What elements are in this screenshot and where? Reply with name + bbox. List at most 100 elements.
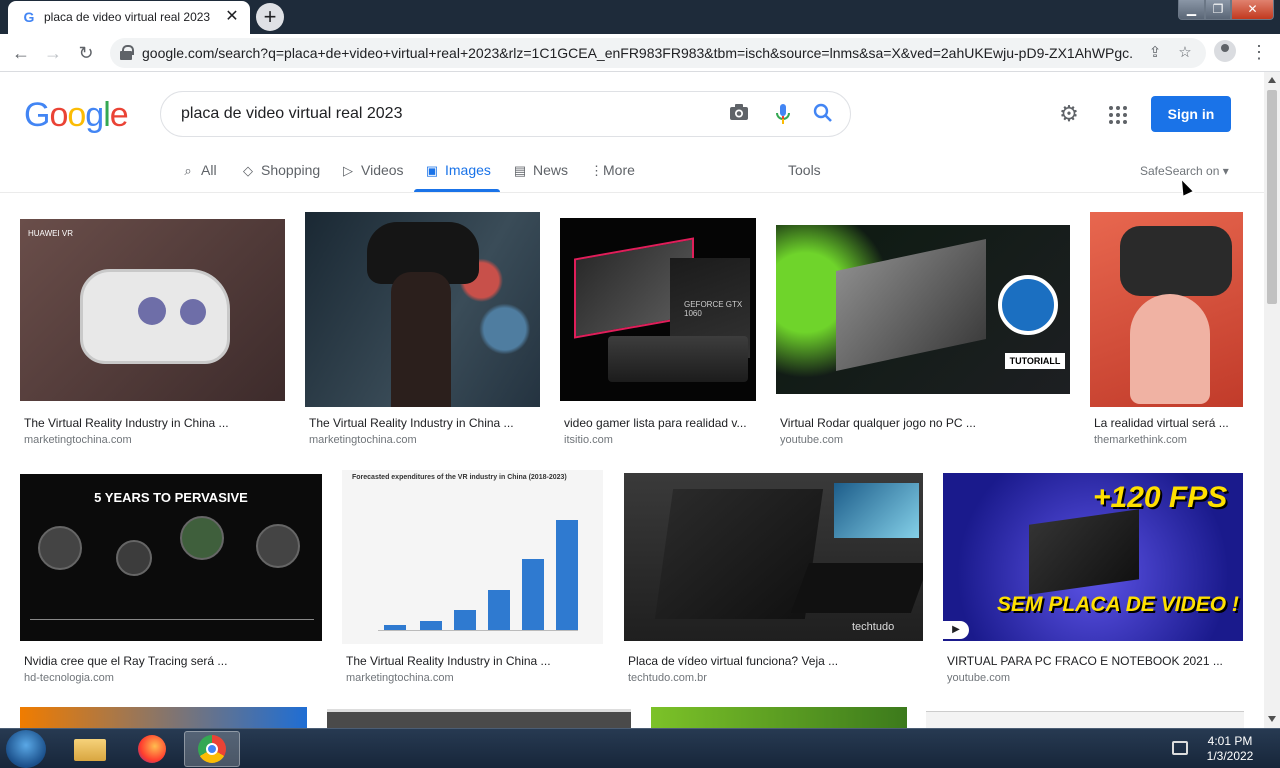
- scroll-down-icon[interactable]: [1268, 716, 1276, 722]
- result-thumbnail[interactable]: Forecasted expenditures of the VR indust…: [342, 470, 603, 644]
- logo-letter: o: [67, 96, 86, 134]
- share-icon[interactable]: ⇪: [1144, 42, 1166, 64]
- page-scrollbar[interactable]: [1264, 72, 1280, 728]
- thumbnail-text: TUTORIALL: [1005, 353, 1065, 369]
- result-title[interactable]: The Virtual Reality Industry in China ..…: [346, 654, 596, 668]
- file-explorer-icon[interactable]: [62, 731, 118, 767]
- result-title[interactable]: VIRTUAL PARA PC FRACO E NOTEBOOK 2021 ..…: [947, 654, 1237, 668]
- image-result[interactable]: Forecasted expenditures of the VR indust…: [342, 470, 604, 686]
- result-source[interactable]: itsitio.com: [564, 434, 613, 446]
- search-box[interactable]: placa de video virtual real 2023: [160, 91, 851, 137]
- image-result[interactable]: 5 YEARS TO PERVASIVE Nvidia cree que el …: [20, 474, 323, 686]
- result-source[interactable]: themarkethink.com: [1094, 434, 1187, 446]
- result-thumbnail[interactable]: GEFORCE GTX 1060: [560, 218, 756, 401]
- thumbnail-text: 5 YEARS TO PERVASIVE: [94, 490, 248, 505]
- image-result[interactable]: [327, 709, 631, 728]
- result-title[interactable]: video gamer lista para realidad v...: [564, 416, 752, 430]
- start-button-icon[interactable]: [6, 730, 46, 768]
- browser-toolbar: ← → ↻ google.com/search?q=placa+de+video…: [0, 34, 1280, 72]
- image-result[interactable]: +120 FPS SEM PLACA DE VIDEO ! ▶ VIRTUAL …: [943, 473, 1244, 686]
- google-logo[interactable]: Google: [24, 96, 129, 135]
- play-icon: ▷: [343, 163, 353, 178]
- tab-news[interactable]: ▤ News: [512, 162, 568, 179]
- result-thumbnail[interactable]: [305, 212, 540, 407]
- result-source[interactable]: marketingtochina.com: [24, 434, 132, 446]
- microphone-icon[interactable]: [771, 103, 795, 127]
- result-title[interactable]: The Virtual Reality Industry in China ..…: [24, 416, 264, 430]
- search-input[interactable]: placa de video virtual real 2023: [181, 105, 402, 123]
- google-favicon-icon: G: [23, 9, 35, 25]
- profile-avatar-icon[interactable]: [1214, 40, 1236, 62]
- image-result[interactable]: The Virtual Reality Industry in China ..…: [305, 212, 541, 448]
- close-tab-icon[interactable]: ✕: [222, 7, 242, 27]
- address-bar[interactable]: google.com/search?q=placa+de+video+virtu…: [110, 38, 1206, 68]
- result-title[interactable]: The Virtual Reality Industry in China ..…: [309, 416, 529, 430]
- thumbnail-text: +120 FPS: [1093, 481, 1228, 514]
- clock-time: 4:01 PM: [1207, 734, 1253, 748]
- tab-images[interactable]: ▣ Images: [424, 162, 491, 179]
- tab-videos[interactable]: ▷ Videos: [340, 162, 404, 179]
- result-thumbnail[interactable]: TUTORIALL: [776, 225, 1070, 394]
- result-source[interactable]: techtudo.com.br: [628, 672, 707, 684]
- result-thumbnail[interactable]: HUAWEI VR: [20, 219, 285, 401]
- search-icon[interactable]: [811, 103, 835, 127]
- result-source[interactable]: marketingtochina.com: [346, 672, 454, 684]
- firefox-icon[interactable]: [124, 731, 180, 767]
- play-icon: ▶: [943, 621, 969, 639]
- result-thumbnail[interactable]: techtudo: [624, 473, 923, 641]
- scroll-up-icon[interactable]: [1268, 77, 1276, 83]
- result-thumbnail[interactable]: 5 YEARS TO PERVASIVE: [20, 474, 322, 641]
- safesearch-dropdown[interactable]: SafeSearch on ▾: [1140, 164, 1229, 178]
- window-close-button[interactable]: ✕: [1231, 0, 1274, 20]
- image-result[interactable]: HUAWEI VR The Virtual Reality Industry i…: [20, 212, 286, 448]
- scrollbar-thumb[interactable]: [1267, 90, 1277, 304]
- sign-in-button[interactable]: Sign in: [1151, 96, 1231, 132]
- gear-icon[interactable]: ⚙: [1057, 102, 1081, 126]
- result-title[interactable]: Placa de vídeo virtual funciona? Veja ..…: [628, 654, 918, 668]
- image-result[interactable]: [20, 707, 307, 728]
- forward-arrow-icon[interactable]: →: [40, 40, 66, 66]
- result-source[interactable]: hd-tecnologia.com: [24, 672, 114, 684]
- tab-label: All: [201, 162, 217, 178]
- result-title[interactable]: Virtual Rodar qualquer jogo no PC ...: [780, 416, 1060, 430]
- tab-all[interactable]: ⌕ All: [180, 162, 217, 179]
- logo-letter: g: [85, 96, 104, 134]
- search-type-tabs: ⌕ All ◇ Shopping ▷ Videos ▣ Images ▤ News ⋮Mo…: [0, 150, 1264, 193]
- logo-letter: o: [49, 96, 68, 134]
- result-title[interactable]: La realidad virtual será ...: [1094, 416, 1234, 430]
- maximize-button[interactable]: ❐: [1205, 0, 1231, 20]
- result-source[interactable]: marketingtochina.com: [309, 434, 417, 446]
- tools-button[interactable]: Tools: [788, 162, 821, 178]
- back-arrow-icon[interactable]: ←: [8, 40, 34, 66]
- image-icon: ▣: [425, 163, 439, 178]
- url-text[interactable]: google.com/search?q=placa+de+video+virtu…: [142, 45, 1134, 61]
- result-thumbnail[interactable]: [1090, 212, 1243, 407]
- chrome-icon[interactable]: [184, 731, 240, 767]
- logo-letter: G: [24, 96, 50, 134]
- tab-shopping[interactable]: ◇ Shopping: [240, 162, 320, 179]
- bookmark-star-icon[interactable]: ☆: [1174, 42, 1196, 64]
- result-source[interactable]: youtube.com: [947, 672, 1010, 684]
- result-title[interactable]: Nvidia cree que el Ray Tracing será ...: [24, 654, 314, 668]
- image-result[interactable]: techtudo Placa de vídeo virtual funciona…: [624, 473, 924, 686]
- new-tab-button[interactable]: +: [256, 3, 284, 31]
- minimize-button[interactable]: ▁: [1178, 0, 1205, 20]
- tab-more[interactable]: ⋮More: [590, 162, 635, 179]
- reload-icon[interactable]: ↻: [73, 40, 99, 66]
- browser-menu-icon[interactable]: ⋮: [1250, 40, 1268, 64]
- google-apps-icon[interactable]: [1109, 106, 1127, 124]
- browser-tab[interactable]: G placa de video virtual real 2023 - ✕: [8, 1, 250, 34]
- news-icon: ▤: [513, 163, 527, 178]
- image-result[interactable]: [926, 711, 1244, 728]
- network-icon[interactable]: [1172, 741, 1188, 755]
- image-result[interactable]: La realidad virtual será ... themarkethi…: [1090, 212, 1244, 448]
- tab-label: Shopping: [261, 162, 321, 178]
- logo-letter: e: [109, 96, 129, 134]
- image-result[interactable]: GEFORCE GTX 1060 video gamer lista para …: [560, 212, 757, 448]
- image-result[interactable]: [651, 707, 907, 728]
- image-result[interactable]: TUTORIALL Virtual Rodar qualquer jogo no…: [776, 212, 1071, 448]
- system-clock[interactable]: 4:01 PM 1/3/2022: [1200, 734, 1260, 764]
- result-source[interactable]: youtube.com: [780, 434, 843, 446]
- result-thumbnail[interactable]: +120 FPS SEM PLACA DE VIDEO ! ▶: [943, 473, 1243, 641]
- camera-icon[interactable]: [727, 103, 751, 127]
